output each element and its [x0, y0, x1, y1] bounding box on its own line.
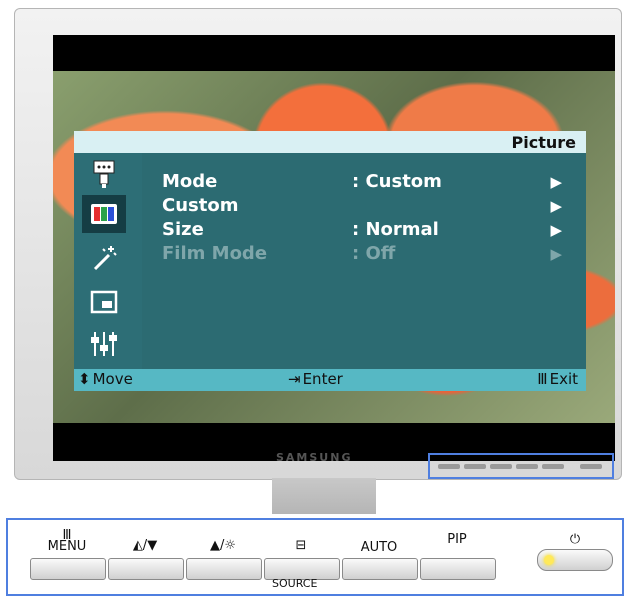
brightness-up-icon: ▲/☼	[209, 538, 237, 553]
menu-item-value: : Normal	[352, 219, 439, 240]
monitor-bezel: Picture Mode: Custom ▶ Custom ▶ Size: …	[14, 8, 622, 480]
menu-item-label: Size	[162, 219, 204, 240]
magic-wand-icon[interactable]	[82, 239, 126, 277]
front-button[interactable]	[438, 464, 460, 469]
monitor-screen: Picture Mode: Custom ▶ Custom ▶ Size: …	[53, 35, 615, 461]
monitor-stand	[272, 478, 376, 514]
auto-label: AUTO	[360, 540, 398, 555]
arrow-right-icon: ▶	[550, 245, 562, 263]
osd-picture-menu: Picture Mode: Custom ▶ Custom ▶ Size: …	[74, 131, 586, 391]
front-button[interactable]	[464, 464, 486, 469]
power-led-icon	[544, 555, 554, 565]
arrow-right-icon: ▶	[550, 197, 562, 215]
osd-title: Picture	[511, 133, 576, 152]
menu-label: MENU	[47, 539, 87, 554]
brand-logo: SAMSUNG	[276, 451, 353, 464]
menu-item-film-mode: Film Mode : Off ▶	[162, 243, 562, 267]
osd-category-bar	[74, 153, 142, 369]
menu-item-label: Custom	[162, 195, 239, 216]
arrow-right-icon: ▶	[550, 173, 562, 191]
front-power-button[interactable]	[580, 464, 602, 469]
menu-item-custom[interactable]: Custom ▶	[162, 195, 562, 219]
pip-icon[interactable]	[82, 283, 126, 321]
power-icon: ⏻	[569, 532, 581, 547]
menu-icon: Ⅲ	[537, 370, 548, 388]
menu-item-size[interactable]: Size : Normal ▶	[162, 219, 562, 243]
front-button[interactable]	[516, 464, 538, 469]
menu-item-value: : Custom	[352, 171, 442, 192]
osd-title-bar: Picture	[74, 131, 586, 153]
front-button[interactable]	[490, 464, 512, 469]
source-label: SOURCE	[272, 577, 318, 590]
source-icon: ⊟	[295, 538, 307, 553]
osd-footer: ⬍ Move ⇥ Enter Ⅲ Exit	[74, 369, 586, 391]
power-switch[interactable]	[537, 549, 613, 571]
menu-item-label: Mode	[162, 171, 218, 192]
pip-label: PIP	[447, 532, 467, 547]
footer-move: ⬍ Move	[78, 370, 133, 388]
enter-icon: ⇥	[288, 370, 301, 388]
osd-menu-list: Mode : Custom ▶ Custom ▶ Size : Normal ▶…	[162, 171, 562, 267]
picture-icon[interactable]	[82, 195, 126, 233]
footer-enter: ⇥ Enter	[288, 370, 343, 388]
menu-item-mode[interactable]: Mode : Custom ▶	[162, 171, 562, 195]
setup-icon[interactable]	[82, 325, 126, 363]
contrast-down-icon: ◭/▼	[132, 538, 158, 553]
up-down-icon: ⬍	[78, 370, 91, 388]
input-icon[interactable]	[82, 155, 126, 193]
menu-item-label: Film Mode	[162, 243, 268, 264]
arrow-right-icon: ▶	[550, 221, 562, 239]
front-button[interactable]	[542, 464, 564, 469]
footer-exit: Ⅲ Exit	[537, 370, 578, 388]
menu-item-value: : Off	[352, 243, 396, 264]
front-button-strip	[428, 453, 614, 479]
